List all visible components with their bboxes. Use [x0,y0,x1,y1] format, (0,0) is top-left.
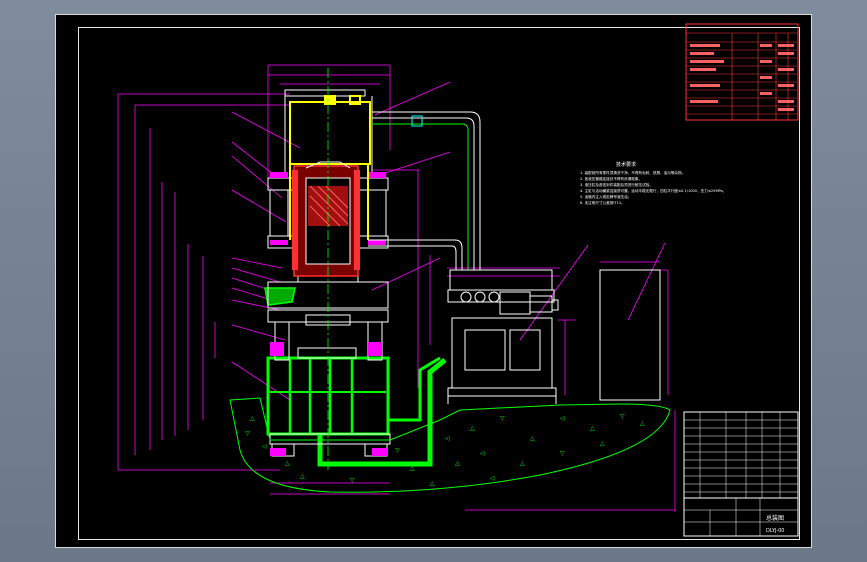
drawing-name: 总装图 [766,514,784,522]
svg-text:△: △ [530,435,535,442]
svg-text:△: △ [470,425,475,432]
svg-text:△: △ [250,415,255,422]
svg-text:▽: ▽ [350,477,355,484]
svg-text:△: △ [455,460,460,467]
svg-text:▽: ▽ [500,415,505,422]
assembly-drawing: △ ◁ △ ▽ △ ◁ △ ▽ △ ◁ △ ▽ △ ◁ △ ▽ △ △ ▽ △ ◁ ▽ △ 技术要求 1. 装… [117,23,799,537]
electric-cabinet [599,269,661,401]
drawing-code: DLYJ-00 [766,528,785,534]
svg-text:▽: ▽ [560,450,565,457]
svg-text:△: △ [520,460,525,467]
svg-text:▽: ▽ [245,430,250,437]
dimension-lines [117,64,676,512]
section-view [292,161,360,277]
svg-text:△: △ [300,473,305,480]
technical-notes: 技术要求 1. 装配前所有零件须清洗干净，不得有毛刺、铁屑、油污等杂物。 2. … [580,161,726,205]
foundation: △ ◁ △ ▽ △ ◁ △ ▽ △ ◁ △ ▽ △ ◁ △ ▽ △ △ ▽ △ ◁ ▽ △ [229,397,671,493]
svg-text:△: △ [640,420,645,427]
note-4: 4. 主缸与活动横梁连接须可靠，运动平稳无爬行，四柱平行度≤0.1/1000，压… [580,188,726,193]
note-6: 6. 未注明尺寸公差按IT12。 [580,200,625,205]
svg-text:△: △ [410,465,415,472]
notes-title: 技术要求 [616,161,636,168]
svg-text:◁: ◁ [445,435,450,442]
svg-text:△: △ [590,425,595,432]
title-block: 总装图 DLYJ-00 [683,411,799,537]
svg-text:◁: ◁ [262,443,267,450]
svg-text:▽: ▽ [395,447,400,454]
svg-text:◁: ◁ [490,475,495,482]
svg-text:◁: ◁ [560,415,565,422]
svg-text:△: △ [600,440,605,447]
note-2: 2. 各液压管路连接处不得有渗漏现象。 [580,176,642,181]
note-5: 5. 油箱内注入规定牌号液压油。 [580,194,631,199]
parts-list [685,23,799,121]
svg-text:△: △ [285,460,290,467]
svg-text:▽: ▽ [620,413,625,420]
note-3: 3. 液压缸及各密封件装配后须进行耐压试验。 [580,182,653,187]
svg-text:△: △ [430,480,435,487]
pipelines [368,111,481,270]
svg-text:◁: ◁ [480,450,485,457]
note-1: 1. 装配前所有零件须清洗干净，不得有毛刺、铁屑、油污等杂物。 [580,170,685,175]
pump-station [447,269,559,404]
